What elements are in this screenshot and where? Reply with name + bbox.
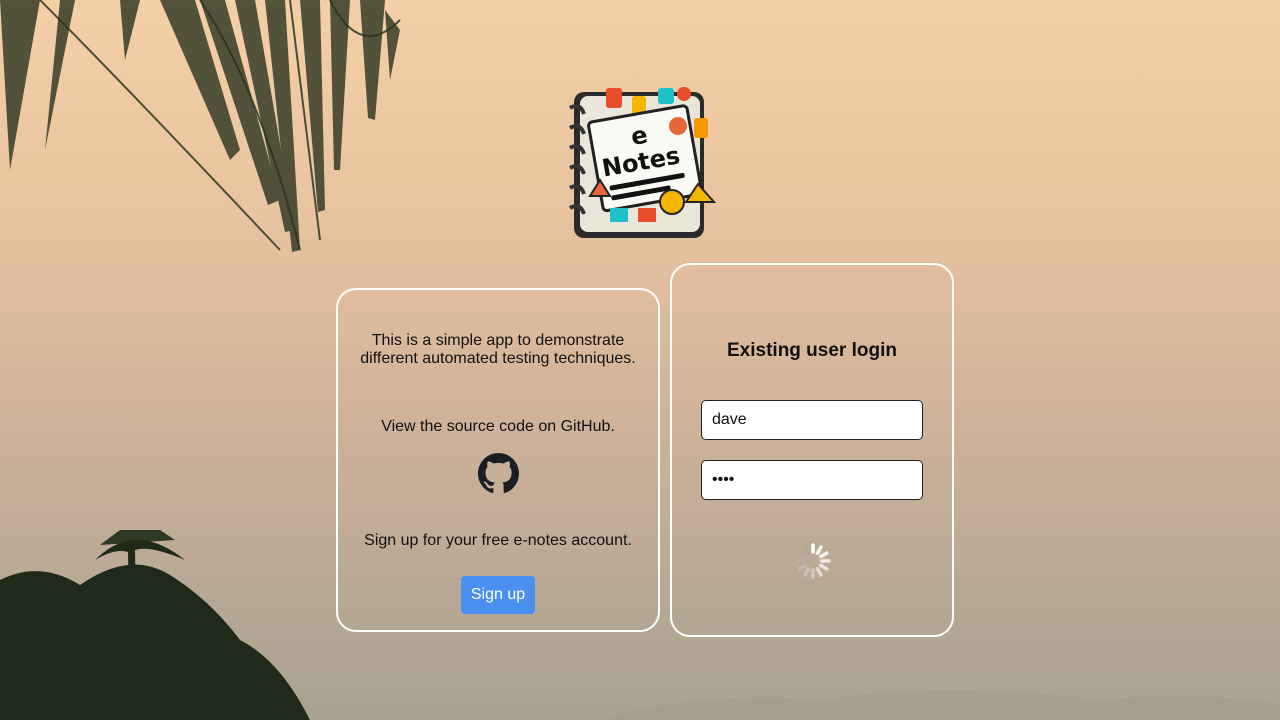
- signup-prompt: Sign up for your free e-notes account.: [364, 532, 632, 549]
- signup-button[interactable]: Sign up: [461, 576, 535, 614]
- app-description: This is a simple app to demonstrate diff…: [360, 332, 636, 367]
- login-card: Existing user login: [670, 263, 954, 637]
- login-title: Existing user login: [727, 340, 897, 361]
- loading-spinner-icon: [795, 543, 831, 579]
- github-icon[interactable]: [478, 453, 519, 494]
- enotes-logo: e Notes: [568, 87, 716, 238]
- username-input[interactable]: [701, 400, 923, 440]
- info-card: This is a simple app to demonstrate diff…: [336, 288, 660, 632]
- password-input[interactable]: [701, 460, 923, 500]
- github-source-text: View the source code on GitHub.: [381, 418, 615, 435]
